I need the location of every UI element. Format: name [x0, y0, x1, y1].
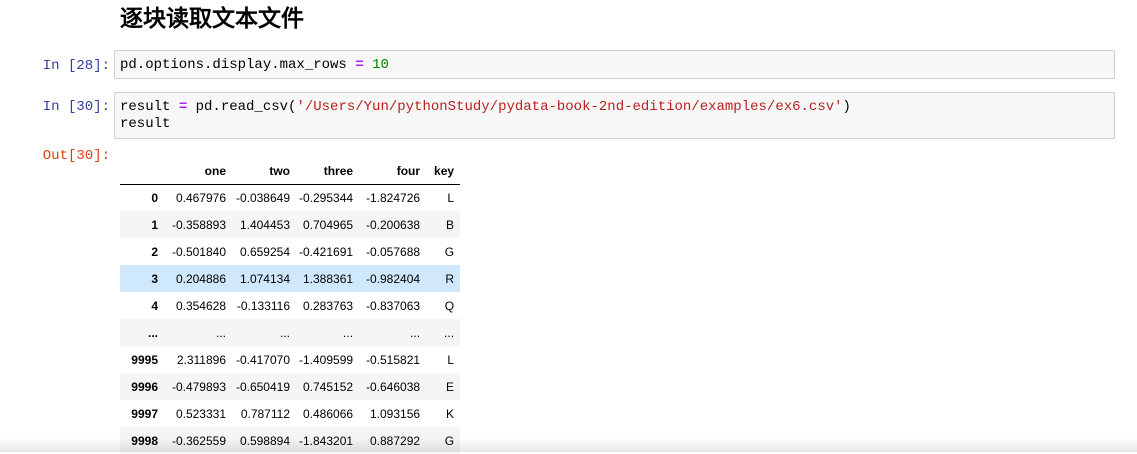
index-header: [120, 158, 158, 185]
table-cell: -0.295344: [299, 190, 354, 205]
table-cell: -0.837063: [366, 298, 421, 313]
code-token: result: [120, 99, 179, 115]
column-header-three: three: [290, 158, 354, 185]
code-token: pd.read_csv(: [187, 99, 297, 115]
table-cell: -0.358893: [171, 217, 226, 232]
table-cell: 0.659254: [239, 244, 290, 259]
cell-prompt-in-30: In [30]:: [42, 99, 110, 115]
code-cell-28[interactable]: pd.options.display.max_rows = 10: [114, 50, 1115, 79]
table-cell: 1.074134: [239, 271, 290, 286]
table-cell: 0.354628: [175, 298, 226, 313]
table-cell: 0.467976: [175, 190, 226, 205]
row-index: 9996: [131, 379, 158, 394]
table-cell: 0.523331: [175, 406, 226, 421]
row-index: 9997: [131, 406, 158, 421]
row-index: 0: [151, 190, 158, 205]
table-cell: Q: [444, 298, 455, 313]
table-cell: L: [447, 352, 455, 367]
code-line: result: [120, 116, 171, 132]
table-cell: -0.200638: [366, 217, 421, 232]
table-cell: L: [447, 190, 455, 205]
table-cell: -0.133116: [236, 298, 290, 313]
section-heading: 逐块读取文本文件: [120, 6, 304, 32]
row-index: 3: [151, 271, 158, 286]
table-cell: 0.283763: [302, 298, 354, 313]
table-row[interactable]: 2 -0.501840 0.659254 -0.421691 -0.057688 G: [120, 238, 460, 265]
table-row[interactable]: 3 0.204886 1.074134 1.388361 -0.982404 R: [120, 265, 461, 292]
table-cell: -0.515821: [366, 352, 421, 367]
table-cell: ...: [444, 325, 455, 340]
code-operator: =: [355, 57, 364, 73]
cell-prompt-in-28: In [28]:: [42, 58, 110, 74]
table-row[interactable]: 9996 -0.479893 -0.650419 0.745152 -0.646038 E: [120, 373, 461, 400]
table-row[interactable]: 9995 2.311896 -0.417070 -1.409599 -0.515821 L: [120, 346, 460, 373]
table-cell: 0.787112: [240, 406, 290, 421]
table-cell: B: [446, 217, 455, 232]
table-row[interactable]: 9997 0.523331 0.787112 0.486066 1.093156 K: [120, 400, 460, 427]
table-cell: 1.404453: [239, 217, 290, 232]
column-header-four: four: [353, 158, 421, 185]
table-cell: -0.421691: [299, 244, 354, 259]
row-index: 9995: [131, 352, 158, 367]
table-cell: 0.745152: [302, 379, 354, 394]
table-cell: -0.646038: [366, 379, 421, 394]
table-cell: 1.388361: [302, 271, 354, 286]
table-row[interactable]: 0 0.467976 -0.038649 -0.295344 -1.824726 L: [120, 184, 460, 211]
column-header-two: two: [226, 158, 290, 185]
table-cell: 0.486066: [302, 406, 354, 421]
code-operator: =: [178, 99, 188, 115]
column-header-key: key: [420, 158, 461, 185]
table-cell: E: [446, 379, 455, 394]
code-cell-30[interactable]: result = pd.read_csv('/Users/Yun/pythonS…: [114, 92, 1115, 139]
table-cell: ...: [410, 325, 421, 340]
table-cell: ...: [215, 325, 226, 340]
table-cell: ...: [279, 325, 290, 340]
table-row[interactable]: ..................: [120, 319, 461, 346]
code-token: ): [842, 99, 851, 115]
table-cell: -0.038649: [235, 190, 290, 205]
code-token: pd.options.display.max_rows: [120, 57, 356, 73]
bottom-shadow: [0, 438, 1137, 452]
row-index: ...: [147, 325, 158, 340]
table-header-row: one two three four key: [120, 158, 461, 185]
table-cell: 0.204886: [175, 271, 226, 286]
table-cell: -0.417070: [235, 352, 290, 367]
dataframe-output: one two three four key 0 0.467976 -0.03864…: [120, 158, 461, 454]
table-cell: R: [445, 271, 455, 286]
table-cell: -0.982404: [366, 271, 421, 286]
row-index: 4: [151, 298, 158, 313]
code-string: '/Users/Yun/pythonStudy/pydata-book-2nd-…: [296, 99, 843, 115]
row-index: 2: [151, 244, 158, 259]
row-index: 1: [151, 217, 158, 232]
column-header-one: one: [158, 158, 226, 185]
table-cell: -0.650419: [235, 379, 290, 394]
table-row[interactable]: 4 0.354628 -0.133116 0.283763 -0.837063 Q: [120, 292, 460, 319]
table-cell: 0.704965: [302, 217, 354, 232]
table-cell: ...: [343, 325, 354, 340]
table-cell: -0.057688: [366, 244, 421, 259]
table-cell: 2.311896: [176, 352, 226, 367]
table-cell: -0.501840: [171, 244, 226, 259]
table-cell: G: [444, 244, 455, 259]
cell-prompt-out-30: Out[30]:: [42, 148, 110, 164]
code-number: 10: [372, 57, 389, 73]
table-row[interactable]: 1 -0.358893 1.404453 0.704965 -0.200638 B: [120, 211, 461, 238]
table-cell: -1.409599: [299, 352, 354, 367]
table-cell: K: [446, 406, 455, 421]
table-cell: -1.824726: [366, 190, 421, 205]
table-cell: 1.093156: [369, 406, 421, 421]
table-cell: -0.479893: [171, 379, 226, 394]
